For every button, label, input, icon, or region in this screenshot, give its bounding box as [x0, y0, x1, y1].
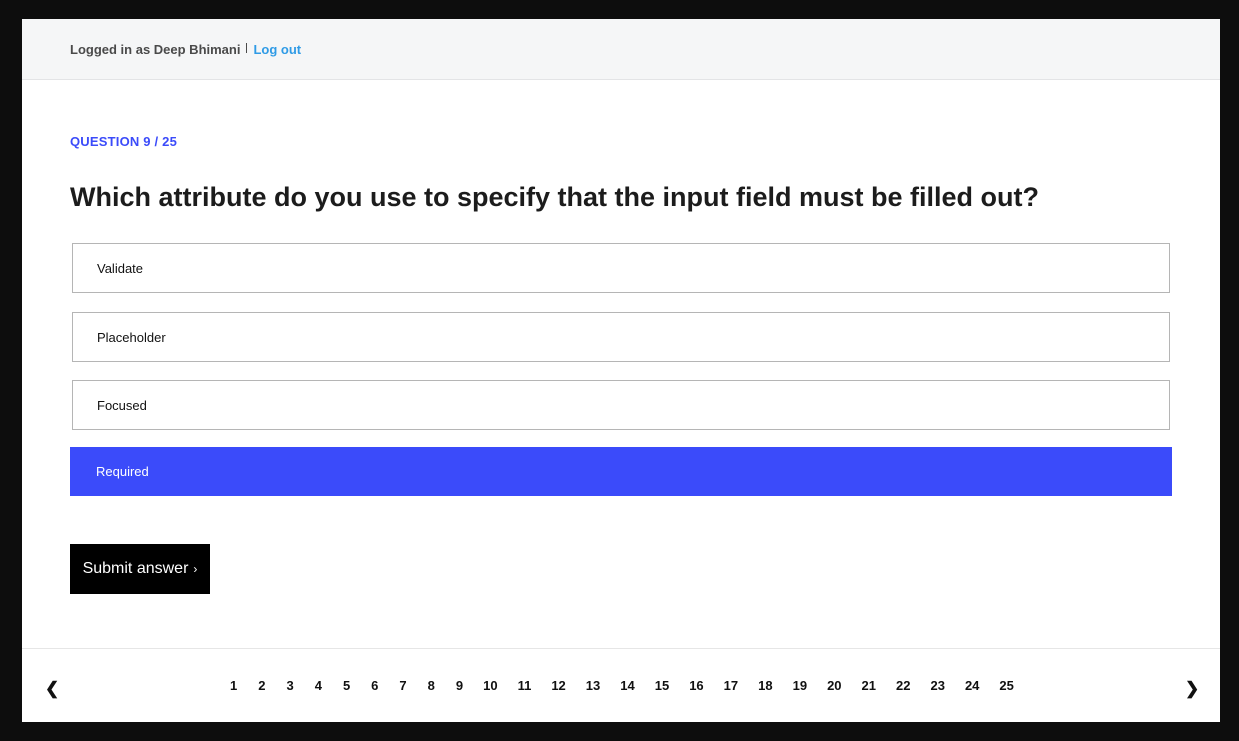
- page-number-link[interactable]: 6: [371, 678, 378, 694]
- page-number-link[interactable]: 18: [758, 678, 772, 694]
- page-number-link[interactable]: 20: [827, 678, 841, 694]
- answer-option-required[interactable]: Required: [70, 447, 1172, 496]
- answer-option-validate[interactable]: Validate: [72, 243, 1170, 293]
- submit-label: Submit answer: [82, 560, 189, 577]
- page-number-link[interactable]: 9: [456, 678, 463, 694]
- separator: [246, 42, 248, 53]
- page-number-link[interactable]: 25: [999, 678, 1013, 694]
- page-number-link[interactable]: 7: [399, 678, 406, 694]
- page-number-link[interactable]: 5: [343, 678, 350, 694]
- page-number-link[interactable]: 12: [551, 678, 565, 694]
- quiz-window: Logged in as Deep Bhimani Log out QUESTI…: [22, 19, 1220, 722]
- question-progress: QUESTION 9 / 25: [70, 134, 178, 149]
- next-arrow-icon[interactable]: ❯: [1185, 679, 1199, 699]
- page-number-link[interactable]: 13: [586, 678, 600, 694]
- submit-answer-button[interactable]: Submit answer ›: [70, 544, 210, 594]
- top-bar: Logged in as Deep Bhimani Log out: [22, 19, 1220, 80]
- previous-arrow-icon[interactable]: ❮: [45, 679, 59, 699]
- page-number-link[interactable]: 19: [793, 678, 807, 694]
- page-numbers: 1 2 3 4 5 6 7 8 9 10 11 12 13 14 15 16 17 18 19 20 21 22 23 24 2…: [222, 678, 1014, 694]
- page-number-link[interactable]: 4: [315, 678, 322, 694]
- page-number-link[interactable]: 23: [930, 678, 944, 694]
- page-number-link[interactable]: 8: [428, 678, 435, 694]
- page-number-link[interactable]: 22: [896, 678, 910, 694]
- page-number-link[interactable]: 16: [689, 678, 703, 694]
- page-number-link[interactable]: 24: [965, 678, 979, 694]
- page-number-link[interactable]: 17: [724, 678, 738, 694]
- page-number-link[interactable]: 14: [620, 678, 634, 694]
- page-number-link[interactable]: 1: [230, 678, 237, 694]
- page-number-link[interactable]: 11: [518, 678, 532, 694]
- logout-link[interactable]: Log out: [253, 42, 301, 57]
- page-number-link[interactable]: 15: [655, 678, 669, 694]
- page-number-link[interactable]: 3: [286, 678, 293, 694]
- page-number-link[interactable]: 10: [483, 678, 497, 694]
- page-number-link[interactable]: 2: [258, 678, 265, 694]
- logged-in-text: Logged in as Deep Bhimani: [70, 42, 241, 57]
- user-info: Logged in as Deep Bhimani Log out: [70, 42, 301, 57]
- page-number-link[interactable]: 21: [862, 678, 876, 694]
- chevron-right-icon: ›: [193, 562, 198, 576]
- answer-option-focused[interactable]: Focused: [72, 380, 1170, 430]
- question-text: Which attribute do you use to specify th…: [70, 182, 1040, 212]
- pagination-bar: ❮ 1 2 3 4 5 6 7 8 9 10 11 12 13 14 15 16 17 18 19 20 21 22 23 2…: [22, 648, 1220, 722]
- answer-option-placeholder[interactable]: Placeholder: [72, 312, 1170, 362]
